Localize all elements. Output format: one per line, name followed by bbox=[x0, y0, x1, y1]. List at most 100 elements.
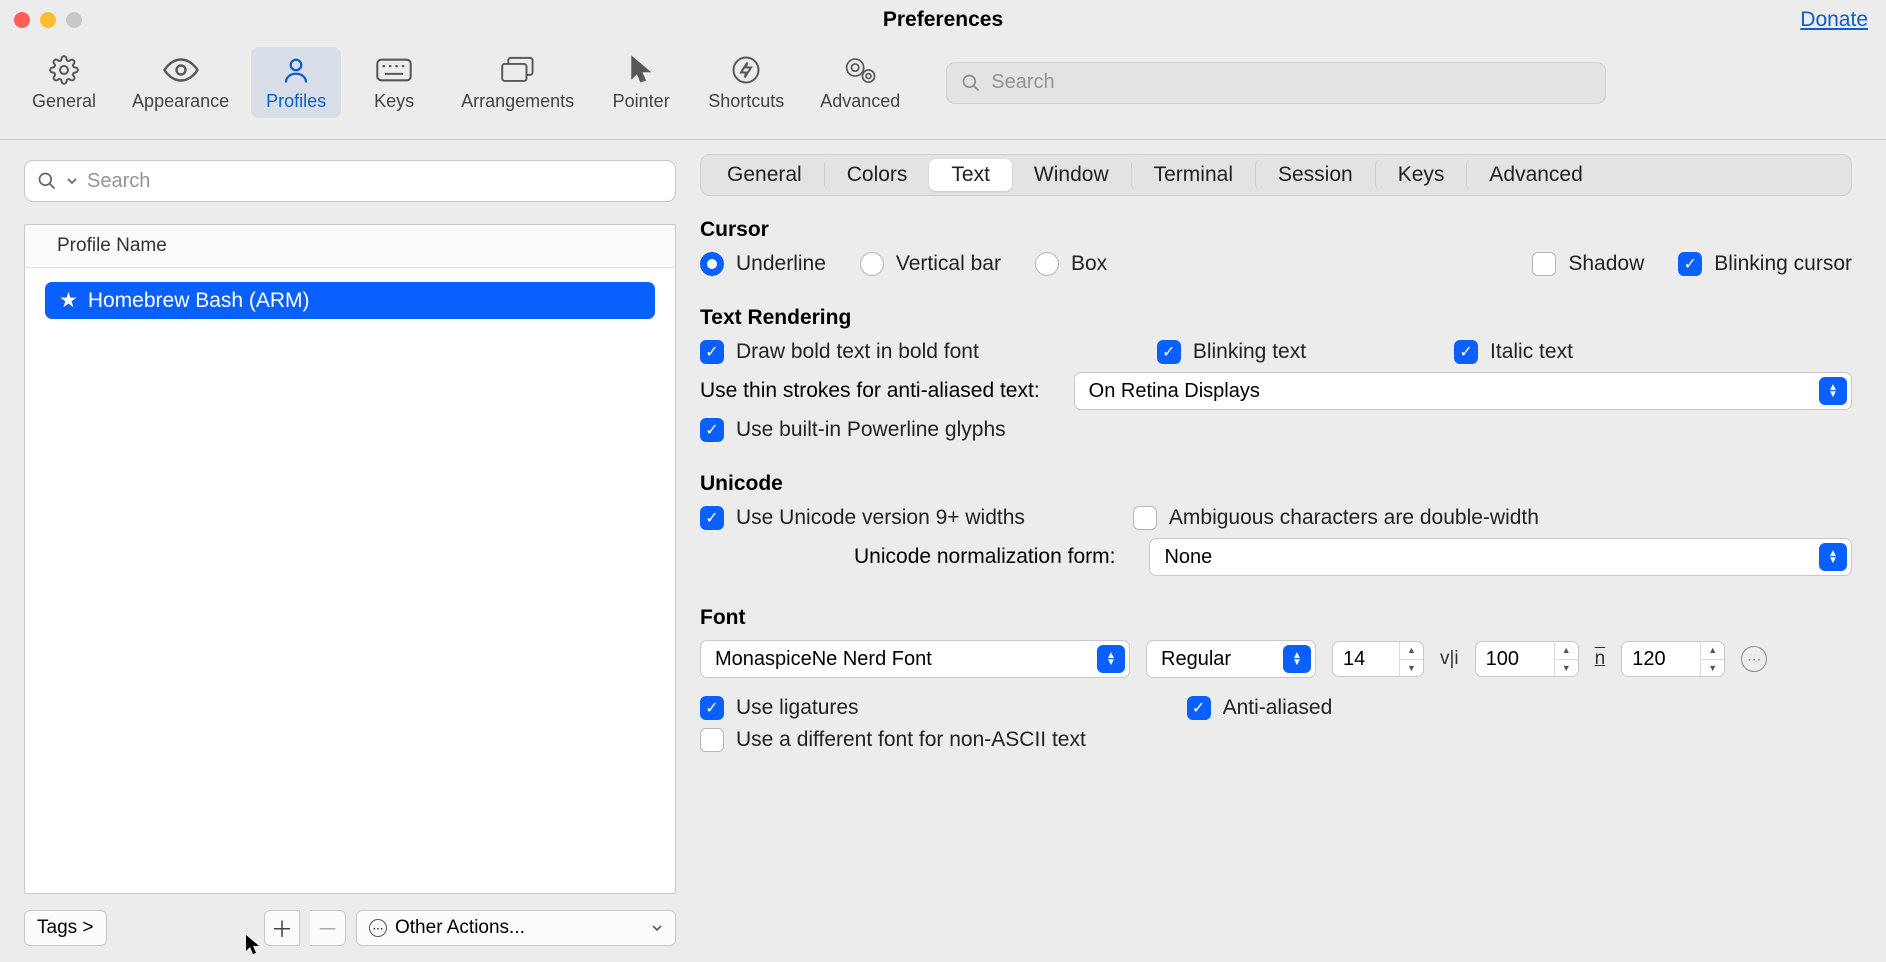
section-title: Cursor bbox=[700, 218, 1852, 242]
subtab-window[interactable]: Window bbox=[1012, 159, 1131, 191]
section-title: Unicode bbox=[700, 472, 1852, 496]
cursor-icon bbox=[627, 53, 655, 87]
checkbox-icon bbox=[700, 728, 724, 752]
keyboard-icon bbox=[376, 53, 412, 87]
select-value: MonaspiceNe Nerd Font bbox=[715, 648, 932, 671]
sidebar-actions: Tags > ＋ － ⋯ Other Actions... bbox=[24, 910, 676, 946]
font-size-stepper[interactable]: 14 ▲▼ bbox=[1332, 641, 1424, 677]
font-style-select[interactable]: Regular ▲▼ bbox=[1146, 640, 1316, 678]
subtab-advanced[interactable]: Advanced bbox=[1466, 159, 1604, 191]
profile-subtabs: General Colors Text Window Terminal Sess… bbox=[700, 154, 1852, 196]
stepper-value: 14 bbox=[1343, 648, 1399, 671]
powerline-checkbox[interactable]: ✓Use built-in Powerline glyphs bbox=[700, 418, 1006, 442]
italic-checkbox[interactable]: ✓Italic text bbox=[1454, 340, 1573, 364]
person-icon bbox=[281, 53, 311, 87]
cursor-box-radio[interactable]: Box bbox=[1035, 252, 1107, 276]
subtab-keys[interactable]: Keys bbox=[1375, 159, 1467, 191]
radio-icon bbox=[700, 252, 724, 276]
vspacing-stepper[interactable]: 120 ▲▼ bbox=[1621, 641, 1725, 677]
unicode-section: Unicode ✓Use Unicode version 9+ widths A… bbox=[700, 472, 1852, 584]
checkbox-icon: ✓ bbox=[700, 506, 724, 530]
profile-list-header: Profile Name bbox=[25, 225, 675, 268]
toolbar-appearance[interactable]: Appearance bbox=[118, 47, 243, 118]
cursor-blinking-checkbox[interactable]: ✓Blinking cursor bbox=[1678, 252, 1852, 276]
select-value: On Retina Displays bbox=[1089, 380, 1260, 403]
minimize-button[interactable] bbox=[40, 12, 56, 28]
profiles-sidebar: Profile Name ★ Homebrew Bash (ARM) Tags … bbox=[0, 140, 700, 962]
cursor-underline-radio[interactable]: Underline bbox=[700, 252, 826, 276]
add-profile-button[interactable]: ＋ bbox=[264, 910, 300, 946]
toolbar-search-input[interactable] bbox=[991, 71, 1591, 94]
hspacing-stepper[interactable]: 100 ▲▼ bbox=[1475, 641, 1579, 677]
thin-strokes-select[interactable]: On Retina Displays ▲▼ bbox=[1074, 372, 1852, 410]
cursor-section: Cursor Underline Vertical bar Box Shadow… bbox=[700, 218, 1852, 284]
eye-icon bbox=[163, 53, 199, 87]
antialiased-checkbox[interactable]: ✓Anti-aliased bbox=[1187, 696, 1333, 720]
profile-row[interactable]: ★ Homebrew Bash (ARM) bbox=[45, 282, 655, 319]
toolbar-profiles[interactable]: Profiles bbox=[251, 47, 341, 118]
toolbar-pointer[interactable]: Pointer bbox=[596, 47, 686, 118]
checkbox-icon: ✓ bbox=[700, 418, 724, 442]
toolbar-label: Profiles bbox=[266, 91, 326, 112]
bolt-icon bbox=[731, 53, 761, 87]
window-title: Preferences bbox=[883, 8, 1003, 32]
toolbar-general[interactable]: General bbox=[18, 47, 110, 118]
window-controls bbox=[14, 12, 82, 28]
hspacing-icon: v|i bbox=[1440, 648, 1459, 670]
norm-label: Unicode normalization form: bbox=[854, 545, 1115, 569]
search-icon bbox=[961, 73, 981, 93]
subtab-text[interactable]: Text bbox=[929, 159, 1012, 191]
text-rendering-section: Text Rendering ✓Draw bold text in bold f… bbox=[700, 306, 1852, 450]
subtab-session[interactable]: Session bbox=[1255, 159, 1375, 191]
cursor-shadow-checkbox[interactable]: Shadow bbox=[1532, 252, 1644, 276]
tags-button[interactable]: Tags > bbox=[24, 910, 107, 946]
subtab-general[interactable]: General bbox=[705, 159, 824, 191]
donate-link[interactable]: Donate bbox=[1800, 8, 1868, 32]
toolbar-label: Advanced bbox=[820, 91, 900, 112]
gear-icon bbox=[49, 53, 79, 87]
checkbox-icon: ✓ bbox=[1157, 340, 1181, 364]
checkbox-icon: ✓ bbox=[700, 696, 724, 720]
bold-checkbox[interactable]: ✓Draw bold text in bold font bbox=[700, 340, 979, 364]
toolbar-keys[interactable]: Keys bbox=[349, 47, 439, 118]
toolbar-search[interactable] bbox=[946, 62, 1606, 104]
gears-icon bbox=[843, 53, 877, 87]
toolbar-advanced[interactable]: Advanced bbox=[806, 47, 914, 118]
toolbar-arrangements[interactable]: Arrangements bbox=[447, 47, 588, 118]
norm-select[interactable]: None ▲▼ bbox=[1149, 538, 1852, 576]
font-section: Font MonaspiceNe Nerd Font ▲▼ Regular ▲▼… bbox=[700, 606, 1852, 760]
vspacing-icon: n bbox=[1595, 648, 1606, 670]
remove-profile-button[interactable]: － bbox=[310, 910, 346, 946]
stepper-arrows-icon: ▲▼ bbox=[1097, 645, 1125, 673]
font-family-select[interactable]: MonaspiceNe Nerd Font ▲▼ bbox=[700, 640, 1130, 678]
toolbar-label: General bbox=[32, 91, 96, 112]
radio-icon bbox=[860, 252, 884, 276]
checkbox-icon bbox=[1133, 506, 1157, 530]
close-button[interactable] bbox=[14, 12, 30, 28]
font-options-button[interactable]: ⋯ bbox=[1741, 646, 1767, 672]
profile-search[interactable] bbox=[24, 160, 676, 202]
unicode-v9-checkbox[interactable]: ✓Use Unicode version 9+ widths bbox=[700, 506, 1025, 530]
stepper-arrows-icon: ▲▼ bbox=[1554, 642, 1578, 676]
subtab-terminal[interactable]: Terminal bbox=[1131, 159, 1255, 191]
ambiguous-checkbox[interactable]: Ambiguous characters are double-width bbox=[1133, 506, 1539, 530]
blinking-text-checkbox[interactable]: ✓Blinking text bbox=[1157, 340, 1306, 364]
chevron-down-icon bbox=[67, 176, 77, 186]
zoom-button[interactable] bbox=[66, 12, 82, 28]
cursor-vertical-radio[interactable]: Vertical bar bbox=[860, 252, 1001, 276]
mouse-cursor bbox=[244, 934, 262, 956]
stepper-arrows-icon: ▲▼ bbox=[1283, 645, 1311, 673]
checkbox-icon: ✓ bbox=[1678, 252, 1702, 276]
main: Profile Name ★ Homebrew Bash (ARM) Tags … bbox=[0, 140, 1886, 962]
section-title: Text Rendering bbox=[700, 306, 1852, 330]
toolbar-shortcuts[interactable]: Shortcuts bbox=[694, 47, 798, 118]
subtab-colors[interactable]: Colors bbox=[824, 159, 930, 191]
toolbar-label: Keys bbox=[374, 91, 414, 112]
other-actions-select[interactable]: ⋯ Other Actions... bbox=[356, 910, 676, 946]
profile-search-input[interactable] bbox=[87, 170, 663, 193]
checkbox-icon: ✓ bbox=[700, 340, 724, 364]
thin-strokes-label: Use thin strokes for anti-aliased text: bbox=[700, 379, 1040, 403]
section-title: Font bbox=[700, 606, 1852, 630]
ligatures-checkbox[interactable]: ✓Use ligatures bbox=[700, 696, 859, 720]
nonascii-checkbox[interactable]: Use a different font for non-ASCII text bbox=[700, 728, 1086, 752]
